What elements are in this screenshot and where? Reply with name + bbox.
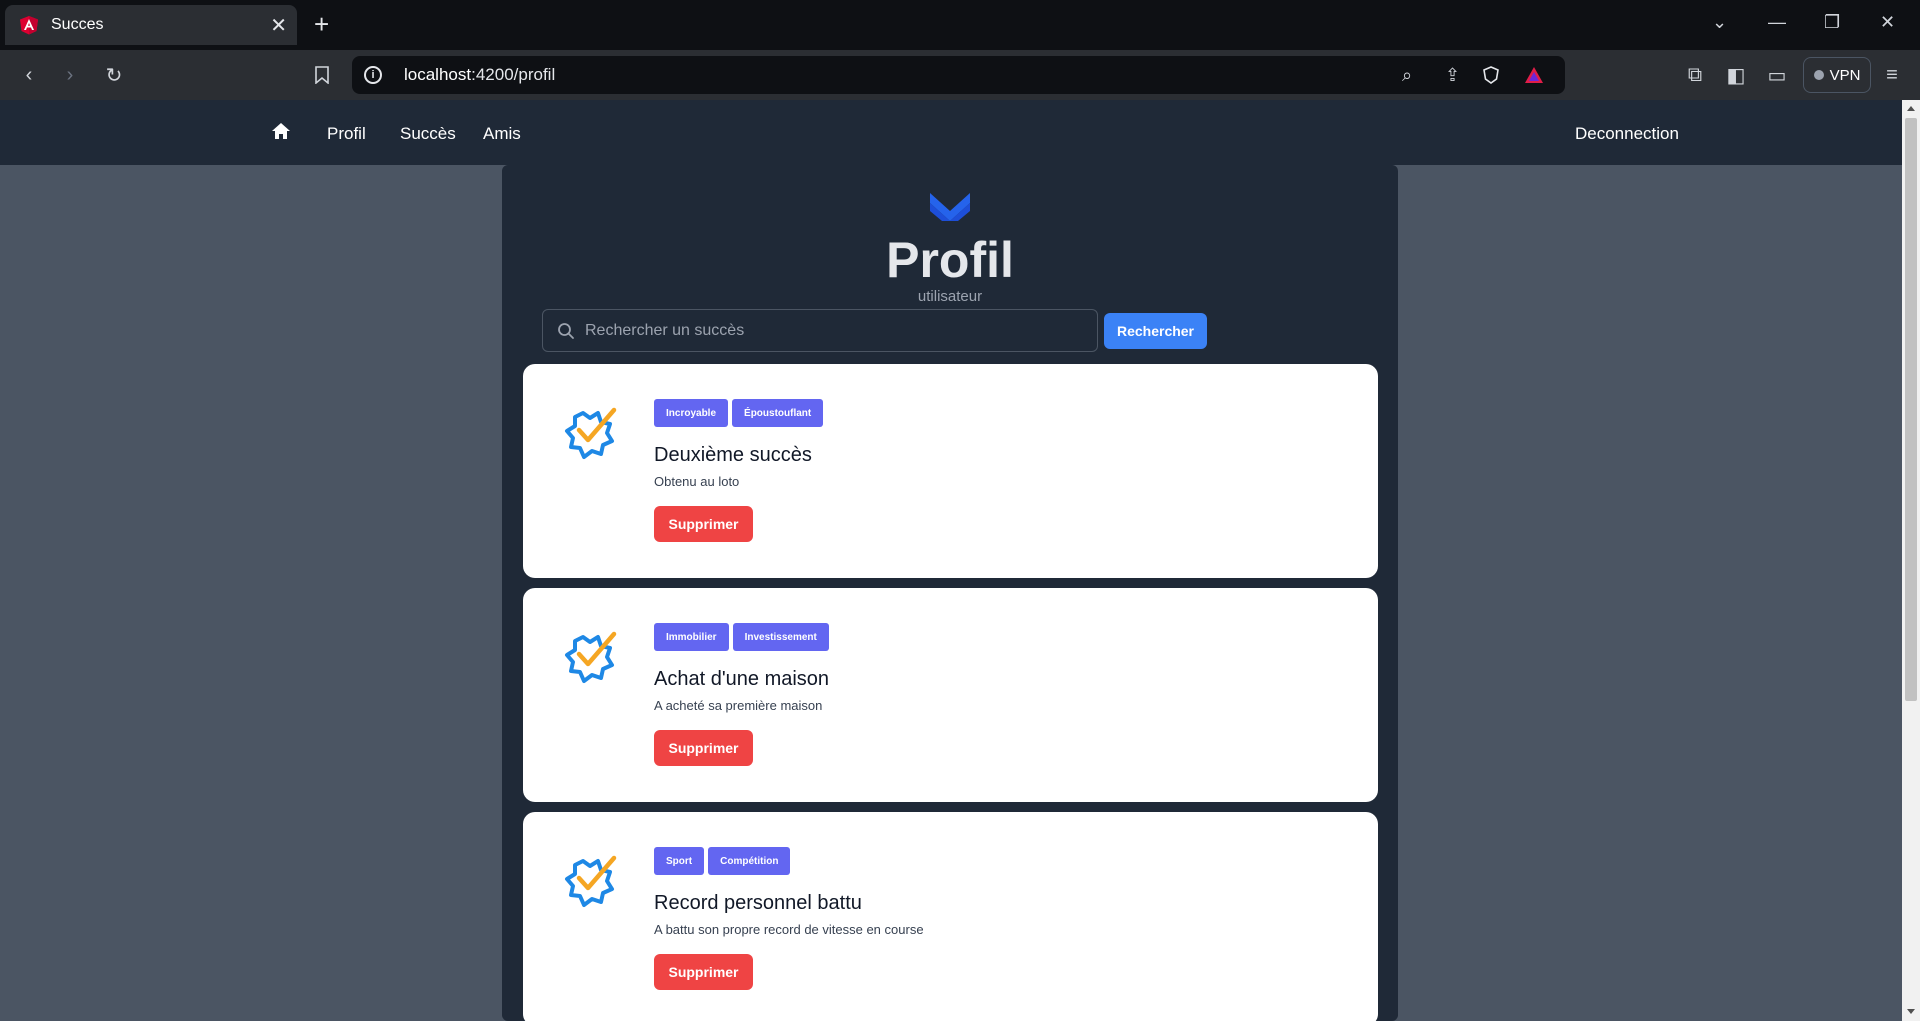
zoom-icon[interactable]: ⌕ <box>1402 65 1412 86</box>
search-input[interactable] <box>585 321 1085 340</box>
page-scrollbar[interactable] <box>1902 100 1920 1021</box>
brave-rewards-icon[interactable] <box>1524 66 1544 84</box>
logout-link[interactable]: Deconnection <box>1575 124 1679 144</box>
extensions-icon[interactable]: ⧉ <box>1683 63 1707 87</box>
back-icon[interactable]: ‹ <box>17 63 41 87</box>
achievement-card: Immobilier Investissement Achat d'une ma… <box>523 588 1378 802</box>
search-button[interactable]: Rechercher <box>1104 313 1207 349</box>
vpn-status-icon <box>1813 70 1824 80</box>
achievement-title: Record personnel battu <box>654 892 862 914</box>
browser-tab-active[interactable]: Succes ✕ <box>5 5 297 45</box>
vpn-button[interactable]: VPN <box>1803 57 1871 93</box>
search-field[interactable] <box>542 309 1098 352</box>
nav-link-amis[interactable]: Amis <box>483 124 521 144</box>
achievement-title: Deuxième succès <box>654 444 812 466</box>
verified-badge-icon <box>565 631 617 683</box>
page-subtitle: utilisateur <box>917 288 983 305</box>
achievement-description: Obtenu au loto <box>654 474 740 489</box>
achievement-card: Incroyable Époustouflant Deuxième succès… <box>523 364 1378 578</box>
address-bar[interactable]: i localhost:4200/profil ⌕ ⇪ <box>352 56 1565 94</box>
achievement-description: A acheté sa première maison <box>654 698 823 713</box>
delete-button[interactable]: Supprimer <box>654 506 753 542</box>
tag-badge: Compétition <box>708 847 791 875</box>
angular-favicon-icon <box>20 16 38 35</box>
scroll-up-arrow-icon[interactable] <box>1907 106 1915 111</box>
profile-panel: Profil utilisateur Rechercher Incroyable… <box>502 165 1398 1021</box>
brave-shield-icon[interactable] <box>1482 66 1500 84</box>
tag-list: Sport Compétition <box>654 847 791 875</box>
restore-icon[interactable]: ❐ <box>1824 12 1840 33</box>
nav-link-profil[interactable]: Profil <box>327 124 366 144</box>
menu-icon[interactable]: ≡ <box>1880 63 1904 87</box>
tag-badge: Époustouflant <box>732 399 824 427</box>
minimize-icon[interactable]: — <box>1768 12 1786 33</box>
browser-tab-bar: Succes ✕ + ⌄ — ❐ ✕ <box>0 0 1920 50</box>
page-title: Profil <box>886 232 1014 288</box>
wallet-icon[interactable]: ▭ <box>1765 63 1789 87</box>
new-tab-icon[interactable]: + <box>314 10 329 38</box>
delete-button[interactable]: Supprimer <box>654 730 753 766</box>
achievement-description: A battu son propre record de vitesse en … <box>654 922 924 937</box>
nav-link-succes[interactable]: Succès <box>400 124 456 144</box>
share-icon[interactable]: ⇪ <box>1445 65 1460 86</box>
scroll-down-arrow-icon[interactable] <box>1907 1009 1915 1014</box>
achievement-card: Sport Compétition Record personnel battu… <box>523 812 1378 1021</box>
brand-logo-icon <box>930 193 970 221</box>
tag-list: Incroyable Époustouflant <box>654 399 824 427</box>
scroll-thumb[interactable] <box>1905 118 1917 701</box>
tag-list: Immobilier Investissement <box>654 623 829 651</box>
bookmark-icon[interactable] <box>310 63 334 87</box>
url-text: localhost:4200/profil <box>404 65 556 84</box>
window-close-icon[interactable]: ✕ <box>1880 12 1895 33</box>
verified-badge-icon <box>565 855 617 907</box>
sidebar-icon[interactable]: ◧ <box>1724 63 1748 87</box>
verified-badge-icon <box>565 407 617 459</box>
achievement-title: Achat d'une maison <box>654 668 830 690</box>
tag-badge: Immobilier <box>654 623 729 651</box>
vpn-label: VPN <box>1829 66 1861 84</box>
reload-icon[interactable]: ↻ <box>102 63 126 87</box>
search-icon <box>558 322 574 339</box>
tag-badge: Incroyable <box>654 399 729 427</box>
tab-search-chevron-icon[interactable]: ⌄ <box>1712 12 1727 33</box>
tab-title: Succes <box>51 16 104 33</box>
site-info-icon[interactable]: i <box>364 66 382 84</box>
forward-icon[interactable]: › <box>58 63 82 87</box>
tag-badge: Investissement <box>732 623 829 651</box>
tag-badge: Sport <box>654 847 705 875</box>
home-icon[interactable] <box>271 121 291 141</box>
tab-close-icon[interactable]: ✕ <box>270 13 287 38</box>
delete-button[interactable]: Supprimer <box>654 954 753 990</box>
